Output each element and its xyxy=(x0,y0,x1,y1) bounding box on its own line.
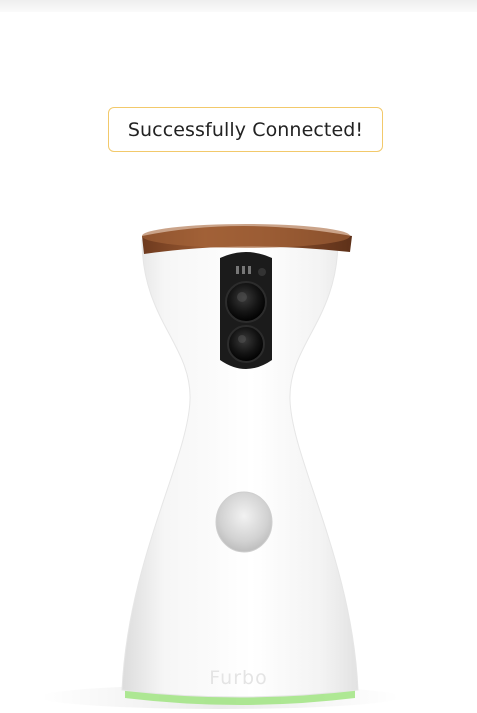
furbo-logo: Furbo xyxy=(209,667,268,689)
treat-hole xyxy=(215,491,273,553)
connection-success-toast: Successfully Connected! xyxy=(108,107,383,152)
camera-lens-top xyxy=(225,281,267,323)
camera-lens-bottom xyxy=(227,325,265,363)
